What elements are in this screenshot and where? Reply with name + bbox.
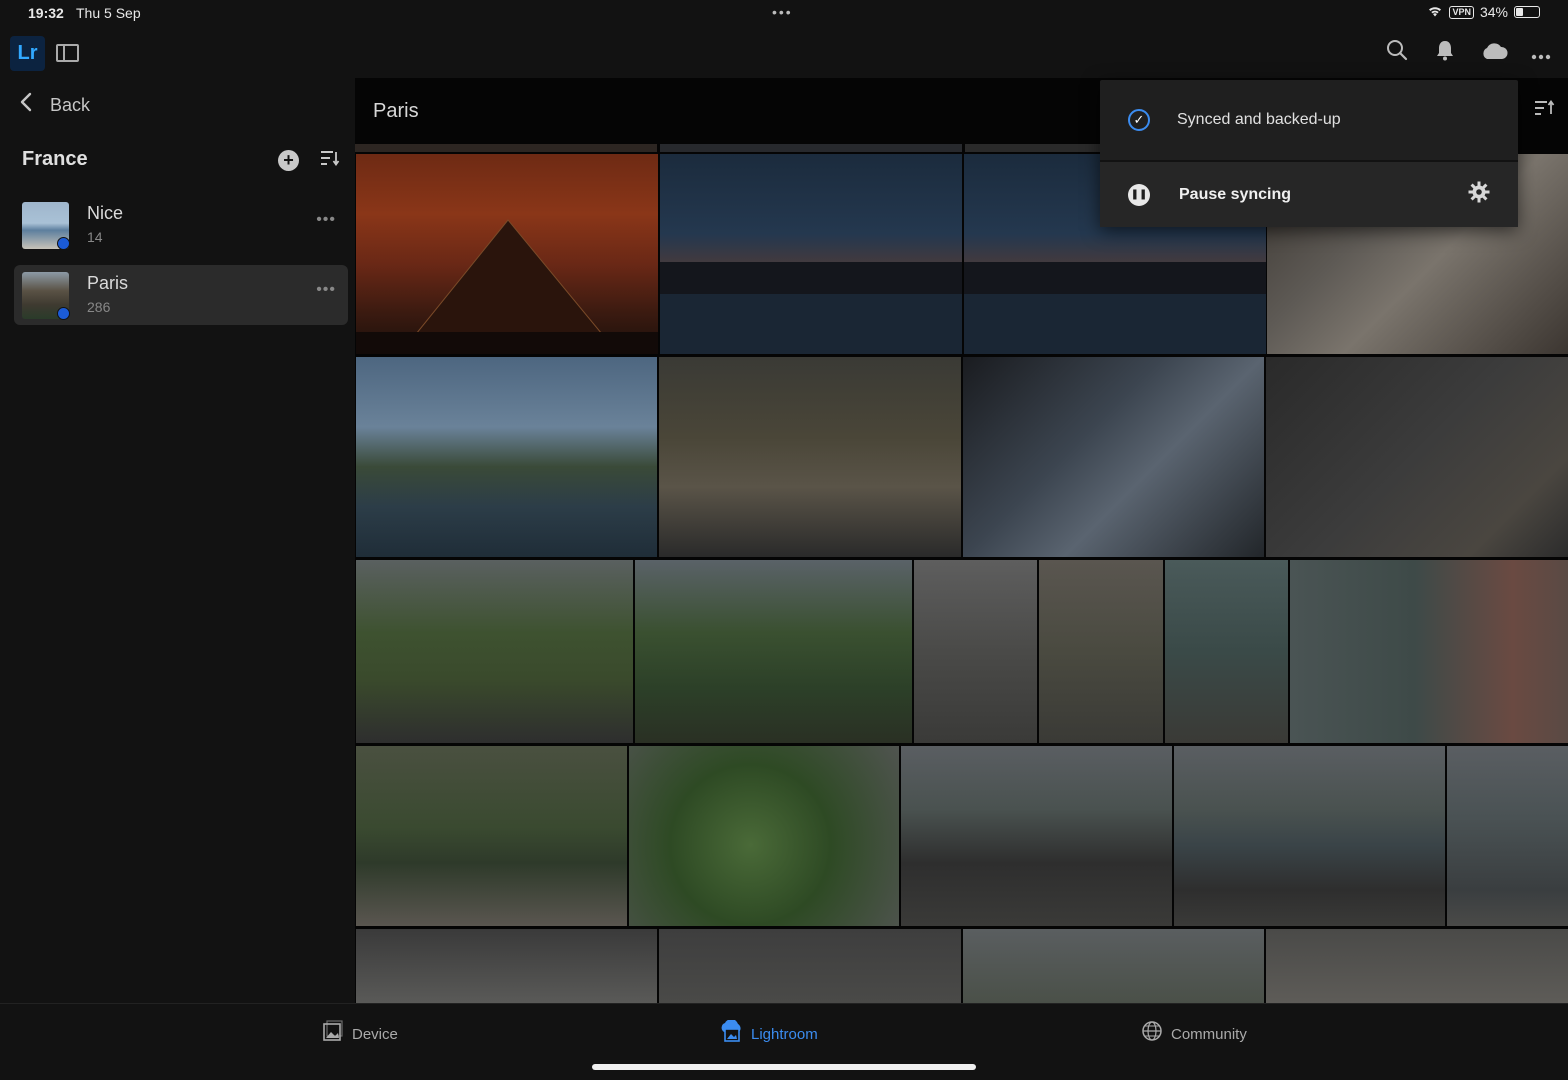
- album-title: Paris: [373, 100, 419, 122]
- status-bar: 19:32 Thu 5 Sep ••• VPN 34%: [0, 0, 1568, 26]
- multitasking-dots[interactable]: •••: [772, 4, 793, 20]
- photo-grid: [355, 144, 1568, 1003]
- tab-label: Device: [352, 1025, 398, 1043]
- sync-popover: ✓ Synced and backed-up ❚❚ Pause syncing: [1100, 80, 1518, 227]
- photo-tile[interactable]: [1039, 560, 1163, 743]
- photo-tile[interactable]: [1266, 357, 1568, 557]
- battery-percent: 34%: [1479, 4, 1508, 20]
- photo-tile[interactable]: [629, 746, 899, 926]
- cloud-sync-badge-icon: [57, 237, 70, 250]
- back-label: Back: [50, 94, 91, 115]
- search-icon[interactable]: [1384, 39, 1410, 67]
- lightroom-logo: Lr: [10, 36, 45, 71]
- app-bar: Lr: [0, 26, 1568, 78]
- tab-label: Community: [1171, 1025, 1247, 1043]
- status-date: Thu 5 Sep: [76, 5, 141, 21]
- chevron-left-icon: [20, 92, 32, 118]
- bell-icon[interactable]: [1432, 39, 1458, 67]
- wifi-icon: [1427, 4, 1443, 20]
- status-indicators: VPN 34%: [1427, 4, 1540, 20]
- grid-sort-icon[interactable]: [1534, 99, 1556, 121]
- album-item-paris[interactable]: Paris 286 •••: [14, 265, 348, 325]
- check-circle-icon: ✓: [1128, 109, 1150, 131]
- cloud-icon[interactable]: [1480, 40, 1508, 66]
- photo-tile[interactable]: [635, 560, 912, 743]
- tab-label: Lightroom: [751, 1025, 818, 1043]
- photo-tile[interactable]: [356, 746, 627, 926]
- sort-icon[interactable]: [320, 150, 340, 171]
- more-icon[interactable]: [1528, 40, 1554, 66]
- sync-status-row: ✓ Synced and backed-up: [1100, 80, 1518, 160]
- photo-tile[interactable]: [356, 357, 657, 557]
- add-album-icon[interactable]: +: [278, 150, 299, 171]
- album-name: Nice: [87, 203, 124, 223]
- photo-tile[interactable]: [660, 154, 962, 354]
- battery-icon: [1514, 6, 1540, 18]
- photo-tile[interactable]: [659, 357, 961, 557]
- sync-status-label: Synced and backed-up: [1177, 111, 1341, 128]
- photo-tile[interactable]: [1174, 746, 1445, 926]
- globe-icon: [1141, 1020, 1163, 1048]
- photo-tile[interactable]: [1447, 746, 1568, 926]
- album-item-nice[interactable]: Nice 14 •••: [14, 195, 348, 255]
- photo-tile[interactable]: [963, 929, 1264, 1003]
- photo-tile[interactable]: [660, 144, 962, 152]
- device-icon: [322, 1020, 344, 1048]
- status-time: 19:32: [28, 5, 64, 21]
- album-name: Paris: [87, 273, 129, 293]
- tab-device[interactable]: Device: [322, 1020, 398, 1048]
- photo-tile[interactable]: [659, 929, 961, 1003]
- gear-icon[interactable]: [1468, 181, 1490, 209]
- photo-tile[interactable]: [356, 560, 633, 743]
- cloud-photos-icon: [719, 1019, 743, 1048]
- photo-tile[interactable]: [356, 929, 657, 1003]
- album-more-icon[interactable]: •••: [316, 281, 336, 299]
- pause-syncing-button[interactable]: ❚❚ Pause syncing: [1100, 162, 1518, 227]
- photo-tile[interactable]: [1266, 929, 1568, 1003]
- home-indicator[interactable]: [592, 1064, 976, 1070]
- tab-community[interactable]: Community: [1141, 1020, 1247, 1048]
- photo-tile[interactable]: [914, 560, 1037, 743]
- app-bar-actions: [1384, 39, 1554, 67]
- photo-tile[interactable]: [355, 144, 657, 152]
- sidebar-toggle-icon[interactable]: [56, 44, 79, 62]
- pause-icon: ❚❚: [1128, 183, 1150, 206]
- album-count: 286: [87, 299, 111, 315]
- photo-tile[interactable]: [1165, 560, 1288, 743]
- album-count: 14: [87, 229, 103, 245]
- folder-title: France: [22, 148, 88, 170]
- photo-tile[interactable]: [901, 746, 1172, 926]
- pause-syncing-label: Pause syncing: [1179, 185, 1292, 203]
- album-more-icon[interactable]: •••: [316, 211, 336, 229]
- cloud-sync-badge-icon: [57, 307, 70, 320]
- photo-tile[interactable]: [356, 154, 658, 354]
- photo-tile[interactable]: [1290, 560, 1568, 743]
- tab-lightroom[interactable]: Lightroom: [719, 1019, 818, 1048]
- photo-tile[interactable]: [963, 357, 1264, 557]
- sidebar: Back France + Nice 14 ••• Paris 286 •••: [0, 78, 355, 1003]
- back-button[interactable]: Back: [20, 92, 90, 118]
- vpn-badge: VPN: [1449, 5, 1474, 19]
